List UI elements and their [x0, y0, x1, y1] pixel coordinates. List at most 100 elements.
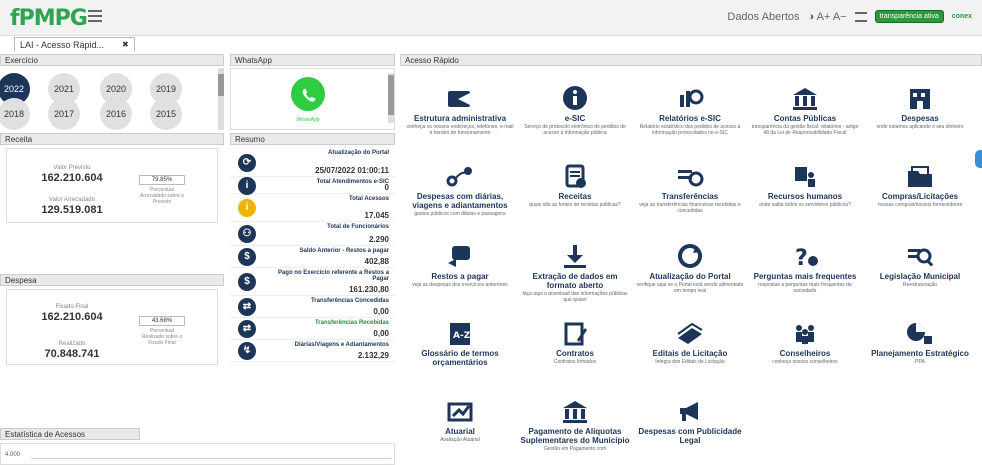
rs-icon: $	[238, 273, 256, 291]
quick-access-tile[interactable]: ? Perguntas mais frequentes respostas a pe…	[750, 243, 860, 294]
quick-access-tile[interactable]: Conselheiros conheça nossos conselheiros	[750, 320, 860, 365]
whatsapp-scrollbar[interactable]	[388, 73, 394, 123]
despesa-percent: 43.68%	[139, 316, 185, 326]
question-icon: ?	[789, 243, 821, 269]
tile-title: Despesas	[901, 114, 939, 123]
resumo-row: i Total Atendimentos e-SIC 0	[230, 176, 395, 195]
dados-abertos-link[interactable]: Dados Abertos	[727, 11, 799, 23]
tile-subtitle: gastos públicos com diárias e passagens	[414, 211, 506, 217]
tile-subtitle: Reestruturação	[902, 282, 938, 288]
tile-subtitle: Gestão em Pagamento com	[543, 446, 607, 452]
tile-title: Despesas com Publicidade Legal	[638, 427, 742, 445]
resumo-row: ⇄ Transferências Recebidas 0,00	[230, 318, 395, 340]
quick-access-tile[interactable]: Relatórios e-SIC Relatório estatístico do…	[635, 85, 745, 136]
tile-title: Pagamento de Alíquotas Suplementares do …	[520, 427, 630, 445]
estatistica-chart: 4.000	[0, 443, 395, 465]
folder-icon	[904, 163, 936, 189]
top-bar: fPMPG Dados Abertos ◑ A+ A− transparênci…	[0, 0, 982, 36]
tile-title: Transferências	[661, 192, 719, 201]
whatsapp-icon[interactable]	[291, 77, 325, 111]
i-icon: i	[238, 176, 256, 195]
exercicio-scrollbar[interactable]	[218, 68, 224, 130]
quick-access-tile[interactable]: Estrutura administrativa conheça os nosso…	[405, 85, 515, 136]
portal-logo[interactable]: fPMPG	[10, 6, 88, 31]
quick-access-tile[interactable]: A-Z Glossário de termos orçamentários	[405, 320, 515, 368]
tile-subtitle: onde saiba todos os servidores públicos?	[759, 202, 851, 208]
search-icon	[904, 243, 936, 269]
quick-access-tile[interactable]: Despesas com diárias, viagens e adiantam…	[405, 163, 515, 217]
quick-access-tile[interactable]: Transferências veja as transferências fin…	[635, 163, 745, 214]
tile-title: Contratos	[556, 349, 594, 358]
quick-access-tile[interactable]: Restos a pagar veja as despesas dos exerc…	[405, 243, 515, 288]
despesa-fixado-label: Fixado Final	[55, 304, 89, 310]
receita-arrecadado-value: 129.519.081	[41, 204, 103, 216]
transfer-icon: ⇄	[238, 298, 256, 316]
font-size-controls[interactable]: ◑ A+ A−	[808, 11, 847, 23]
tile-title: Atuarial	[445, 427, 475, 436]
resumo-label: Total Atendimentos e-SIC	[316, 179, 389, 185]
resumo-row: ↯ Diárias/Viagens e Adiantamentos 2.132,29	[230, 340, 395, 362]
whatsapp-label: WhatsApp	[296, 117, 320, 123]
transfer-icon: ⇄	[238, 320, 256, 338]
year-2017[interactable]: 2017	[48, 98, 80, 130]
resumo-label: Transferências Recebidas	[314, 320, 389, 326]
quick-access-tile[interactable]: Contas Públicas transparência da gestão f…	[750, 85, 860, 136]
transparencia-badge[interactable]: transparência ativa	[874, 10, 944, 23]
quick-access-tile[interactable]: Editais de Licitação Íntegra dos Editais …	[635, 320, 745, 365]
year-2018[interactable]: 2018	[0, 98, 30, 130]
resumo-value: 2.132,29	[357, 351, 389, 360]
menu-icon-right[interactable]	[854, 11, 867, 22]
menu-icon[interactable]	[88, 10, 102, 22]
resumo-label: Total de Funcionários	[327, 224, 389, 230]
quick-access-tile[interactable]: Atuarial Avaliação Atuarial	[405, 398, 515, 443]
year-2015[interactable]: 2015	[150, 98, 182, 130]
sync-icon: ⟳	[238, 153, 256, 172]
resumo-header: Resumo	[230, 133, 395, 145]
tile-title: Legislação Municipal	[879, 272, 961, 281]
tile-subtitle: quais são as fontes de receitas públicas…	[529, 202, 621, 208]
quick-access-tile[interactable]: Atualização do Portal verifique aqui se o…	[635, 243, 745, 294]
conex-badge[interactable]: conex	[952, 13, 972, 20]
tile-title: Relatórios e-SIC	[659, 114, 721, 123]
tile-title: Extração de dados em formato aberto	[532, 272, 618, 290]
quick-access-tile[interactable]: Extração de dados em formato aberto faça …	[520, 243, 630, 303]
quick-access-tile[interactable]: Despesas onde estamos aplicando o seu din…	[865, 85, 975, 130]
folder-send-icon	[444, 85, 476, 111]
quick-access-tile[interactable]: Compras/Licitações nossas compras/nossos …	[865, 163, 975, 208]
whatsapp-box[interactable]: WhatsApp	[230, 68, 395, 130]
resumo-value: 0,00	[373, 329, 389, 338]
despesa-box: Fixado Final 162.210.604 Realizado 70.84…	[6, 289, 218, 365]
tile-subtitle: onde estamos aplicando o seu dinheiro	[876, 124, 964, 130]
receita-percent-caption: Percentual Arrecadado sobre o Previsto	[140, 187, 184, 205]
tab-lai[interactable]: LAI - Acesso Rápid... ✖	[14, 37, 135, 51]
receita-arrecadado-label: Valor Arrecadado	[49, 197, 95, 203]
tab-close-icon[interactable]: ✖	[122, 40, 129, 49]
quick-access-tile[interactable]: Planejamento Estratégico PPA	[865, 320, 975, 365]
resumo-value: 402,88	[364, 257, 389, 266]
quick-access-tile[interactable]: Legislação Municipal Reestruturação	[865, 243, 975, 288]
quick-access-tile[interactable]: Receitas quais são as fontes de receitas …	[520, 163, 630, 208]
side-handle[interactable]	[975, 150, 982, 168]
exercicio-header: Exercício	[0, 54, 224, 66]
tile-subtitle: Serviço de protocolo eletrônico de pedid…	[524, 124, 626, 136]
resumo-value: 161.230,80	[348, 285, 389, 294]
quick-access-tile[interactable]: Recursos humanos onde saiba todos os serv…	[750, 163, 860, 208]
resumo-label: Diárias/Viagens e Adiantamentos	[294, 342, 389, 348]
quick-access-tile[interactable]: e-SIC Serviço de protocolo eletrônico de …	[520, 85, 630, 136]
receita-percent: 79.85%	[139, 175, 185, 185]
resumo-label: Pago no Exercício referente a Restos a P…	[277, 270, 389, 282]
year-2016[interactable]: 2016	[100, 98, 132, 130]
tile-title: Despesas com diárias, viagens e adiantam…	[412, 192, 508, 210]
building-icon	[904, 85, 936, 111]
resumo-label: Total Acessos	[348, 196, 389, 202]
tile-subtitle: Relatório estatístico dos pedidos de ace…	[639, 124, 741, 136]
route-icon: ↯	[238, 342, 256, 360]
receita-previsto-value: 162.210.604	[41, 172, 103, 184]
quick-access-tile[interactable]: Pagamento de Alíquotas Suplementares do …	[520, 398, 630, 452]
quick-access-tile[interactable]: Contratos Contratos firmados	[520, 320, 630, 365]
sync-icon	[674, 243, 706, 269]
quick-access-tile[interactable]: Despesas com Publicidade Legal	[635, 398, 745, 446]
tile-subtitle: transparência da gestão fiscal: relatóri…	[751, 124, 859, 136]
tile-subtitle: Contratos firmados	[553, 359, 597, 365]
estatistica-ytick: 4.000	[5, 452, 21, 458]
